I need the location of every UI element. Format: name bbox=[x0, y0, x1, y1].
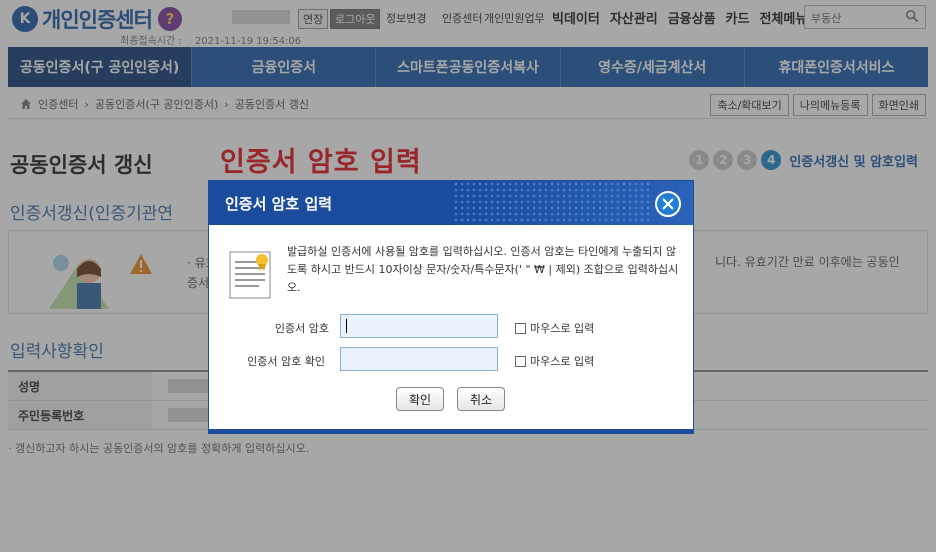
dialog-title: 인증서 암호 입력 bbox=[225, 195, 333, 213]
close-icon bbox=[662, 198, 674, 210]
text-caret bbox=[346, 319, 347, 333]
mouse-input-checkbox[interactable]: 마우스로 입력 bbox=[515, 320, 594, 336]
certificate-icon bbox=[229, 251, 271, 299]
confirm-label: 인증서 암호 확인 bbox=[247, 355, 325, 368]
dialog-bottom-bar bbox=[209, 429, 693, 433]
page-root: K 개인인증센터 ? 최종접속시간 : 2021-11-19 19:54:06 … bbox=[0, 0, 936, 552]
dialog-header: 인증서 암호 입력 bbox=[209, 181, 693, 225]
dialog-description: 발급하실 인증서에 사용될 암호를 입력하십시오. 인증서 암호는 타인에게 누… bbox=[287, 245, 679, 294]
checkbox-icon bbox=[515, 355, 526, 367]
password-dialog: 인증서 암호 입력 발급하실 인증서에 사용될 암호를 입력하십시오. 인증서 … bbox=[208, 180, 694, 434]
password-label: 인증서 암호 bbox=[274, 322, 329, 335]
mouse-input-label: 마우스로 입력 bbox=[530, 355, 595, 368]
ok-button[interactable]: 확인 bbox=[396, 387, 444, 411]
close-button[interactable] bbox=[655, 191, 681, 217]
checkbox-icon bbox=[515, 322, 526, 334]
password-confirm-input[interactable] bbox=[340, 347, 498, 371]
mouse-input-label: 마우스로 입력 bbox=[530, 322, 595, 335]
password-input[interactable] bbox=[340, 314, 498, 338]
header-dot-pattern bbox=[453, 181, 653, 225]
mouse-input-checkbox-confirm[interactable]: 마우스로 입력 bbox=[515, 353, 594, 369]
cancel-button[interactable]: 취소 bbox=[457, 387, 505, 411]
